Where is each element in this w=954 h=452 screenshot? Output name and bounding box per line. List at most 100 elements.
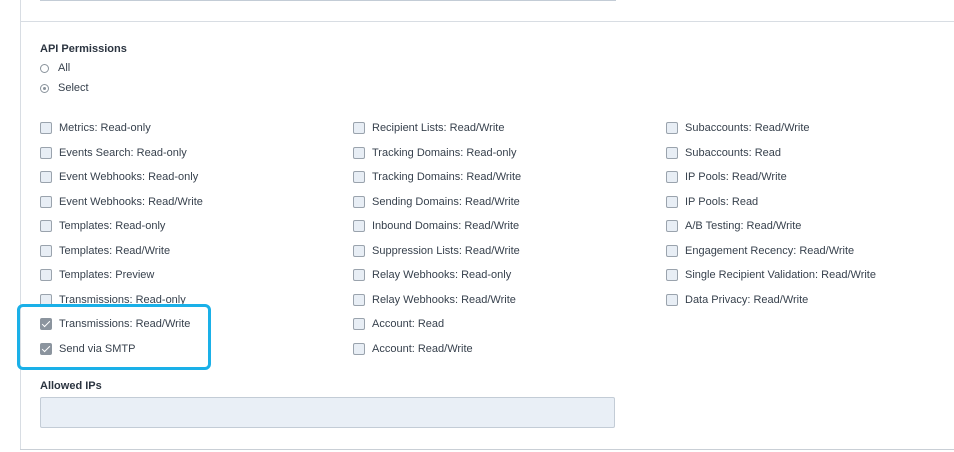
permission-label: Inbound Domains: Read/Write [372, 220, 520, 233]
checkbox[interactable] [353, 122, 365, 135]
checkbox[interactable] [353, 318, 365, 331]
section-divider [21, 21, 954, 22]
permission-option[interactable]: Single Recipient Validation: Read/Write [666, 263, 876, 288]
permission-option[interactable]: Templates: Read/Write [40, 239, 203, 264]
permission-label: Event Webhooks: Read/Write [59, 195, 203, 208]
permission-option[interactable]: A/B Testing: Read/Write [666, 214, 876, 239]
permission-option[interactable]: Data Privacy: Read/Write [666, 288, 876, 313]
permission-label: Account: Read/Write [372, 342, 473, 355]
permission-option[interactable]: Inbound Domains: Read/Write [353, 214, 521, 239]
permission-option[interactable]: Relay Webhooks: Read/Write [353, 288, 521, 313]
radio-option-select[interactable]: Select [40, 80, 89, 96]
checkbox[interactable] [40, 269, 52, 282]
radio-button[interactable] [40, 83, 49, 93]
checkbox[interactable] [40, 146, 52, 159]
radio-label: All [58, 62, 71, 74]
permission-option[interactable]: Tracking Domains: Read/Write [353, 165, 521, 190]
permissions-column-3: Subaccounts: Read/Write Subaccounts: Read… [666, 116, 876, 312]
permission-option[interactable]: IP Pools: Read [666, 190, 876, 215]
permission-label: Engagement Recency: Read/Write [685, 244, 855, 257]
checkbox[interactable] [353, 293, 365, 306]
permission-label: Data Privacy: Read/Write [685, 293, 809, 306]
radio-button[interactable] [40, 63, 49, 73]
permission-option[interactable]: Suppression Lists: Read/Write [353, 239, 521, 264]
permission-label: Subaccounts: Read/Write [685, 122, 810, 135]
permission-option[interactable]: Events Search: Read-only [40, 141, 203, 166]
radio-option-all[interactable]: All [40, 60, 70, 76]
radio-label: Select [58, 82, 89, 94]
panel-bottom-border [20, 449, 954, 450]
permission-option[interactable]: Tracking Domains: Read-only [353, 141, 521, 166]
permissions-column-2: Recipient Lists: Read/Write Tracking Doma… [353, 116, 521, 361]
allowed-ips-label: Allowed IPs [40, 380, 102, 392]
permission-option[interactable]: Transmissions: Read/Write [40, 312, 203, 337]
checkbox[interactable] [40, 220, 52, 233]
permission-label: Recipient Lists: Read/Write [372, 122, 505, 135]
permission-option[interactable]: Sending Domains: Read/Write [353, 190, 521, 215]
checkbox[interactable] [666, 195, 678, 208]
permission-option[interactable]: Account: Read/Write [353, 337, 521, 362]
permission-label: Account: Read [372, 318, 445, 331]
permission-option[interactable]: Event Webhooks: Read/Write [40, 190, 203, 215]
permission-label: Tracking Domains: Read-only [372, 146, 517, 159]
permission-label: Subaccounts: Read [685, 146, 782, 159]
allowed-ips-input[interactable] [40, 397, 615, 428]
permission-option[interactable]: Subaccounts: Read [666, 141, 876, 166]
checkbox[interactable] [666, 171, 678, 184]
permission-option[interactable]: Account: Read [353, 312, 521, 337]
checkbox[interactable] [353, 171, 365, 184]
permission-option[interactable]: IP Pools: Read/Write [666, 165, 876, 190]
checkbox[interactable] [353, 269, 365, 282]
permission-label: Transmissions: Read-only [59, 293, 186, 306]
checkbox[interactable] [666, 293, 678, 306]
checkbox-checked[interactable] [40, 342, 52, 355]
permission-option[interactable]: Recipient Lists: Read/Write [353, 116, 521, 141]
api-permissions-heading: API Permissions [40, 43, 127, 55]
permission-label: A/B Testing: Read/Write [685, 220, 802, 233]
permission-label: Templates: Read/Write [59, 244, 171, 257]
permission-option[interactable]: Metrics: Read-only [40, 116, 203, 141]
permission-label: Single Recipient Validation: Read/Write [685, 269, 876, 282]
permission-option[interactable]: Send via SMTP [40, 337, 203, 362]
checkbox[interactable] [40, 171, 52, 184]
permission-label: Suppression Lists: Read/Write [372, 244, 520, 257]
checkbox[interactable] [353, 220, 365, 233]
permission-option[interactable]: Templates: Read-only [40, 214, 203, 239]
permission-option[interactable]: Event Webhooks: Read-only [40, 165, 203, 190]
checkbox[interactable] [353, 195, 365, 208]
permission-label: Events Search: Read-only [59, 146, 187, 159]
permission-label: Relay Webhooks: Read-only [372, 269, 512, 282]
permission-label: IP Pools: Read [685, 195, 759, 208]
permission-option[interactable]: Templates: Preview [40, 263, 203, 288]
checkbox[interactable] [353, 146, 365, 159]
permission-option[interactable]: Subaccounts: Read/Write [666, 116, 876, 141]
permission-option[interactable]: Engagement Recency: Read/Write [666, 239, 876, 264]
checkbox[interactable] [666, 269, 678, 282]
checkbox-checked[interactable] [40, 318, 52, 331]
panel-left-border [20, 0, 21, 450]
checkbox[interactable] [666, 244, 678, 257]
checkbox[interactable] [666, 146, 678, 159]
previous-field-input[interactable] [40, 0, 616, 1]
permission-label: Event Webhooks: Read-only [59, 171, 199, 184]
permission-option[interactable]: Relay Webhooks: Read-only [353, 263, 521, 288]
permission-label: Templates: Preview [59, 269, 155, 282]
permission-label: Transmissions: Read/Write [59, 318, 191, 331]
checkbox[interactable] [40, 195, 52, 208]
permission-label: Metrics: Read-only [59, 122, 151, 135]
permission-label: Templates: Read-only [59, 220, 166, 233]
checkbox[interactable] [40, 293, 52, 306]
permission-label: Tracking Domains: Read/Write [372, 171, 522, 184]
permission-label: IP Pools: Read/Write [685, 171, 787, 184]
checkbox[interactable] [40, 122, 52, 135]
checkbox[interactable] [666, 220, 678, 233]
permission-label: Sending Domains: Read/Write [372, 195, 520, 208]
permission-option[interactable]: Transmissions: Read-only [40, 288, 203, 313]
permissions-column-1: Metrics: Read-only Events Search: Read-on… [40, 116, 203, 361]
permission-label: Relay Webhooks: Read/Write [372, 293, 516, 306]
checkbox[interactable] [353, 244, 365, 257]
checkbox[interactable] [353, 342, 365, 355]
checkbox[interactable] [40, 244, 52, 257]
permission-label: Send via SMTP [59, 342, 136, 355]
checkbox[interactable] [666, 122, 678, 135]
